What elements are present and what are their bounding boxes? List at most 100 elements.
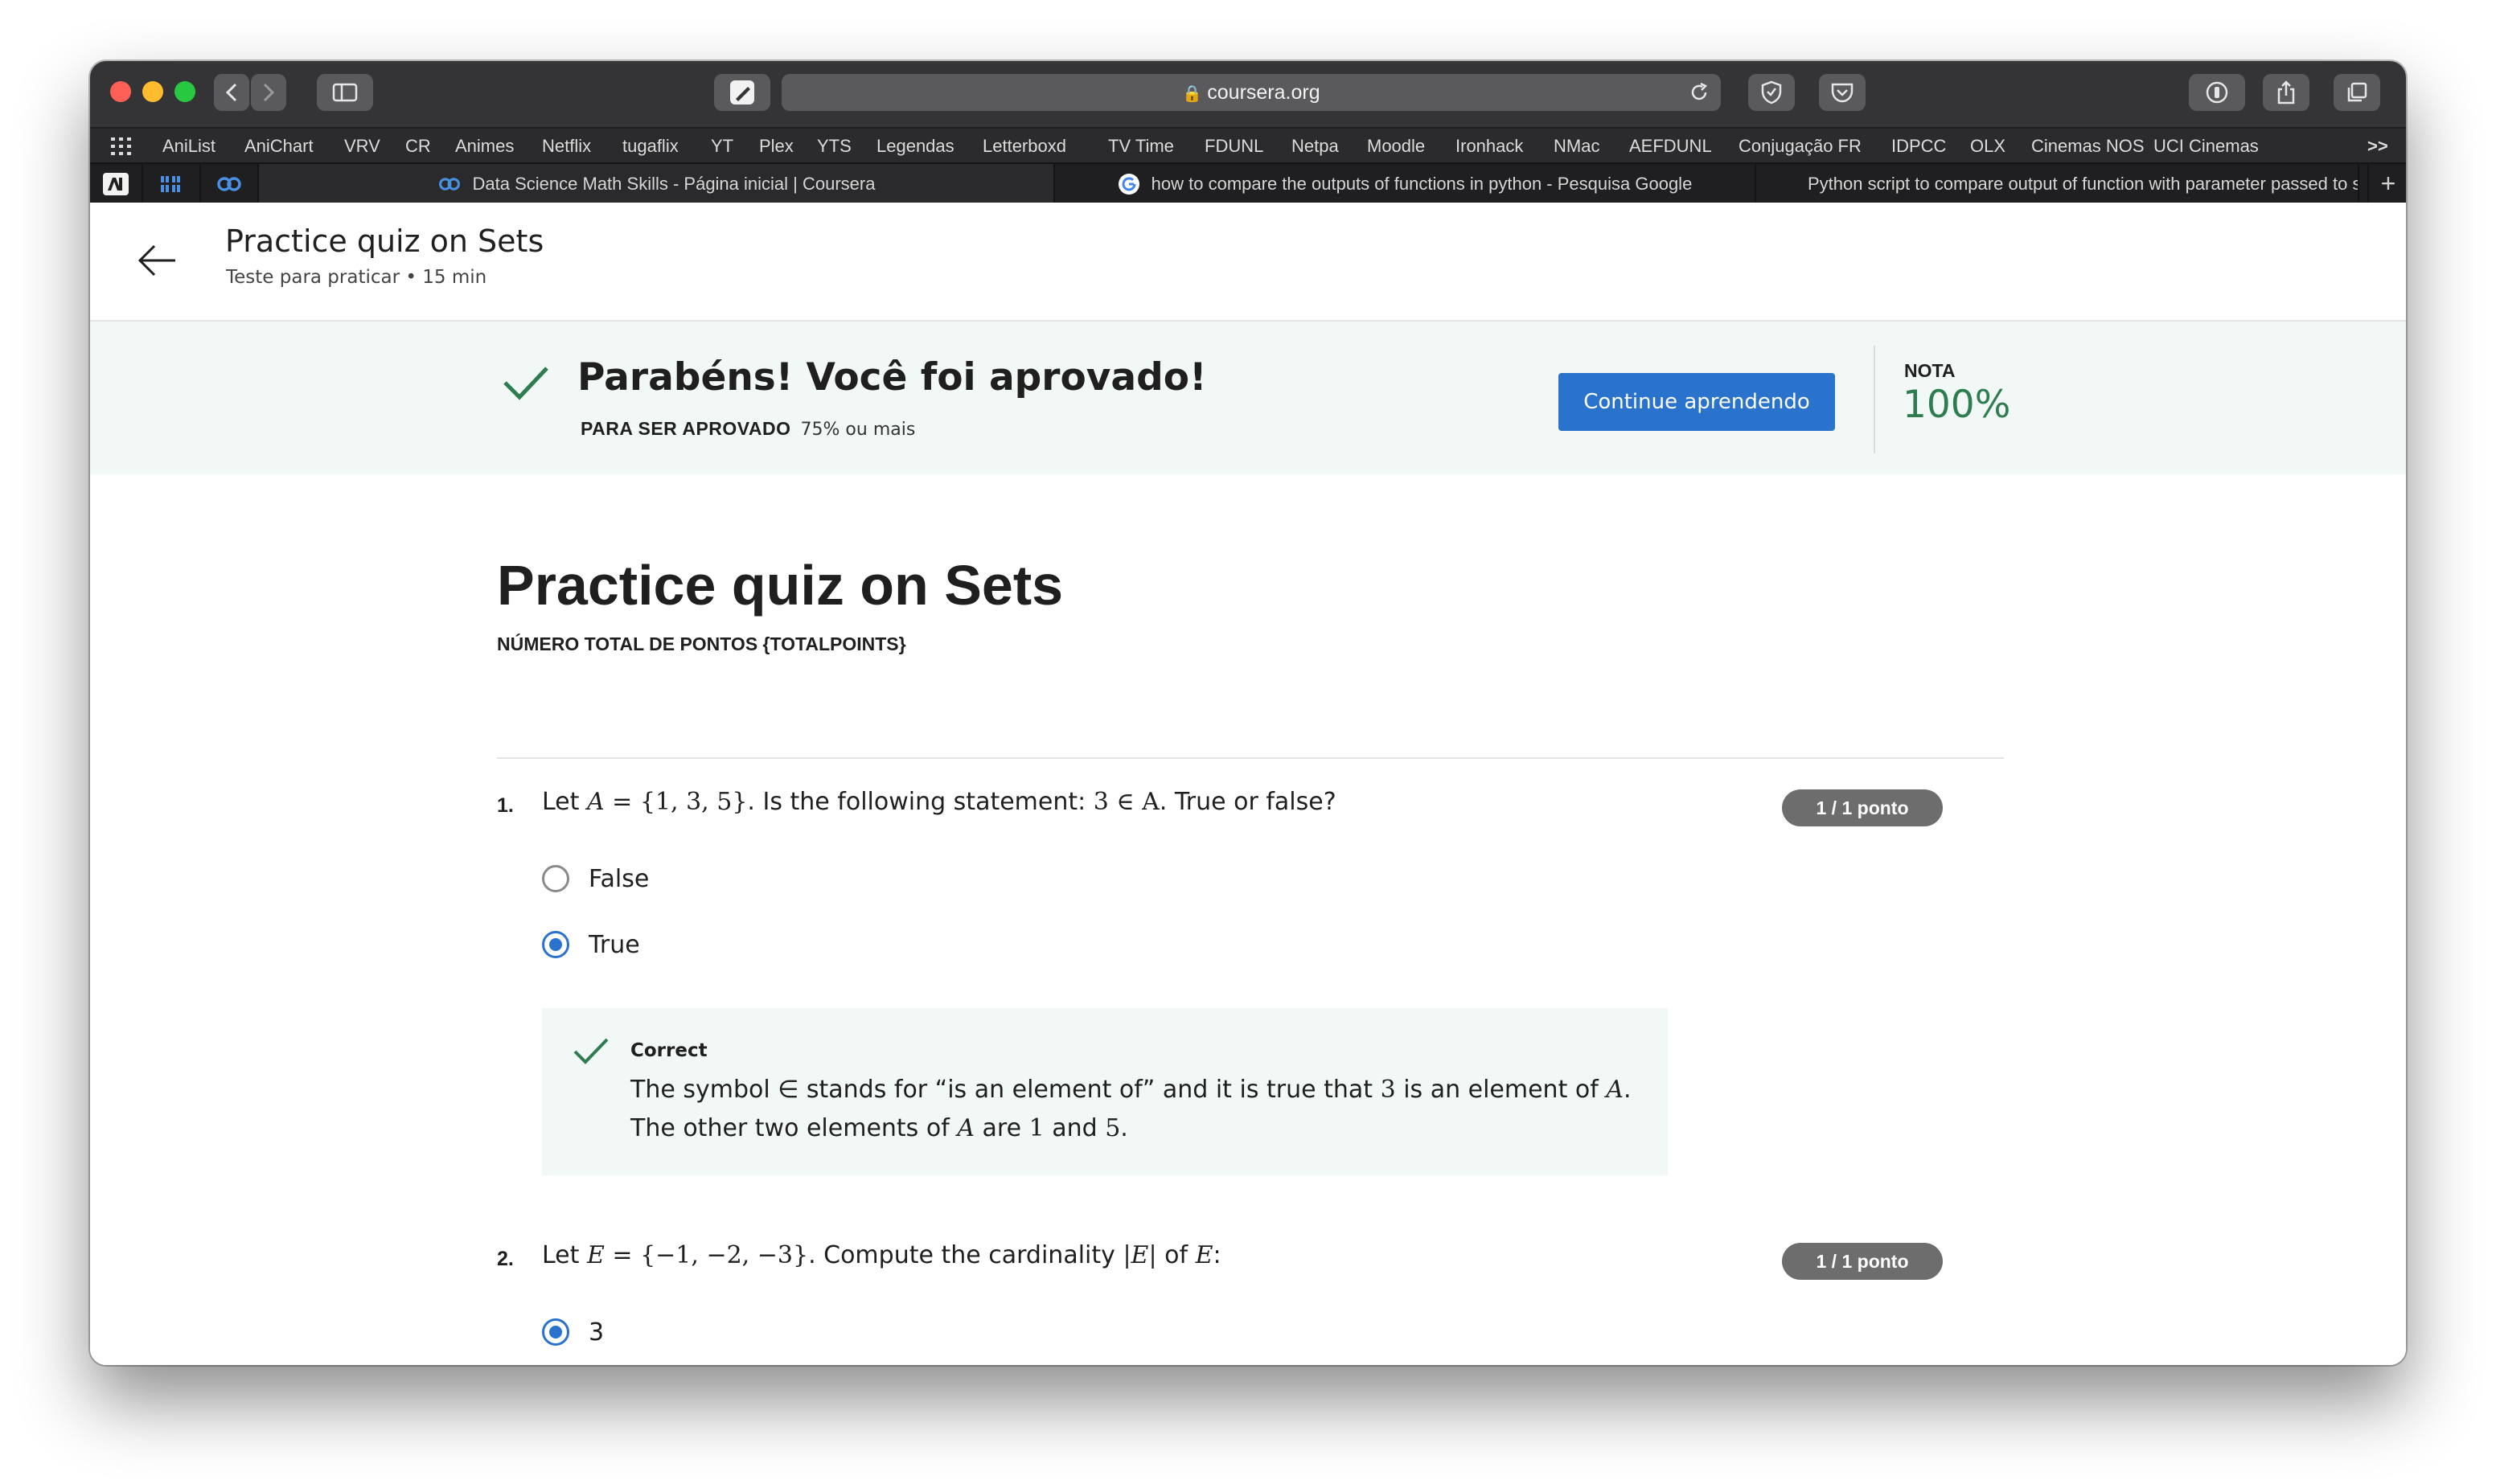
bookmark-yt[interactable]: YT <box>711 129 733 164</box>
total-points: NÚMERO TOTAL DE PONTOS {TOTALPOINTS} <box>497 633 906 654</box>
grade-value: 100% <box>1903 383 2011 427</box>
divider <box>497 757 2004 759</box>
tab-overview-button[interactable] <box>2334 74 2380 111</box>
pocket-icon <box>1831 83 1854 103</box>
bookmark-animes[interactable]: Animes <box>455 129 514 164</box>
chevron-right-icon <box>263 83 275 102</box>
question-text: Let A = {1, 3, 5}. Is the following stat… <box>542 788 1336 816</box>
anilist-icon <box>103 173 129 195</box>
coursera-icon <box>217 177 241 191</box>
feedback-text: The symbol ∈ stands for “is an element o… <box>630 1076 1381 1104</box>
question-text-part: . Compute the cardinality <box>808 1241 1123 1269</box>
lock-icon: 🔒 <box>1182 85 1203 103</box>
bookmark-fdunl[interactable]: FDUNL <box>1205 129 1263 164</box>
answer-option-false[interactable]: False <box>542 860 649 897</box>
shield-icon <box>1761 80 1782 105</box>
pass-label: PARA SER APROVADO <box>581 418 791 439</box>
feedback-text: . <box>1120 1114 1128 1142</box>
sidebar-toggle-button[interactable] <box>317 74 373 111</box>
bookmark-aefdunl[interactable]: AEFDUNL <box>1629 129 1712 164</box>
bookmark-ironhack[interactable]: Ironhack <box>1455 129 1523 164</box>
feedback-text: is an element of <box>1395 1076 1607 1104</box>
math-value: 1 <box>1028 1114 1045 1142</box>
question-text: Let E = {−1, −2, −3}. Compute the cardin… <box>542 1241 1221 1269</box>
quiz-title: Practice quiz on Sets <box>497 554 1064 617</box>
pinned-tab-app[interactable] <box>143 164 201 204</box>
arrow-left-icon <box>138 244 175 277</box>
zoom-window-button[interactable] <box>174 81 195 102</box>
pocket-button[interactable] <box>1819 74 1866 111</box>
math-variable: A <box>586 788 605 816</box>
radio-button[interactable] <box>542 865 569 892</box>
option-label: 3 <box>589 1318 605 1347</box>
bookmark-tugaflix[interactable]: tugaflix <box>622 129 679 164</box>
grid-icon <box>111 137 131 155</box>
question-text-part: . True or false? <box>1159 788 1336 816</box>
forward-button[interactable] <box>251 74 286 111</box>
bookmark-anilist[interactable]: AniList <box>162 129 216 164</box>
math-variable: E <box>586 1241 605 1269</box>
continue-learning-button[interactable]: Continue aprendendo <box>1558 373 1835 431</box>
bookmark-olx[interactable]: OLX <box>1970 129 2005 164</box>
answer-option-true[interactable]: True <box>542 926 640 963</box>
browser-toolbar: 🔒 coursera.org <box>90 61 2406 127</box>
feedback-box: Correct The symbol ∈ stands for “is an e… <box>542 1008 1668 1175</box>
bookmark-uci-cinemas[interactable]: UCI Cinemas <box>2153 129 2259 164</box>
pen-extension-icon <box>730 80 754 105</box>
checkmark-icon <box>503 367 548 400</box>
tab-google-search[interactable]: how to compare the outputs of functions … <box>1055 164 1756 204</box>
tab-stackoverflow[interactable]: Python script to compare output of funct… <box>1756 164 2359 204</box>
bookmark-vrv[interactable]: VRV <box>344 129 380 164</box>
bookmark-anichart[interactable]: AniChart <box>244 129 314 164</box>
browser-window: 🔒 coursera.org AniList AniChart VRV CR A… <box>90 61 2406 1365</box>
new-tab-button[interactable]: + <box>2367 164 2406 204</box>
coursera-favicon-icon <box>438 178 460 191</box>
question-number: 1. <box>497 794 514 817</box>
radio-button-selected[interactable] <box>542 1318 569 1346</box>
answer-option-3[interactable]: 3 <box>542 1314 604 1351</box>
apps-grid-button[interactable] <box>111 137 132 159</box>
page-title: Practice quiz on Sets <box>225 223 544 259</box>
sidebar-icon <box>332 83 358 102</box>
minimize-window-button[interactable] <box>142 81 163 102</box>
bookmarks-overflow-button[interactable]: >> <box>2367 129 2388 164</box>
tab-coursera[interactable]: Data Science Math Skills - Página inicia… <box>259 164 1055 204</box>
option-label: True <box>589 930 640 959</box>
option-label: False <box>589 864 650 893</box>
address-bar[interactable]: 🔒 coursera.org <box>782 74 1721 111</box>
radio-button-selected[interactable] <box>542 931 569 958</box>
bookmark-netpa[interactable]: Netpa <box>1291 129 1339 164</box>
close-window-button[interactable] <box>110 81 131 102</box>
bookmark-conjugacao-fr[interactable]: Conjugação FR <box>1739 129 1862 164</box>
share-button[interactable] <box>2263 74 2309 111</box>
back-to-course-button[interactable] <box>135 238 180 287</box>
password-icon <box>2206 81 2228 104</box>
bookmark-letterboxd[interactable]: Letterboxd <box>983 129 1066 164</box>
bookmark-nmac[interactable]: NMac <box>1554 129 1599 164</box>
address-url[interactable]: 🔒 coursera.org <box>782 74 1721 111</box>
bookmark-moodle[interactable]: Moodle <box>1367 129 1425 164</box>
bookmark-tv-time[interactable]: TV Time <box>1108 129 1174 164</box>
bookmark-legendas[interactable]: Legendas <box>876 129 954 164</box>
bookmark-netflix[interactable]: Netflix <box>542 129 591 164</box>
quiz-header: Practice quiz on Sets Teste para pratica… <box>90 203 2406 322</box>
back-button[interactable] <box>214 74 249 111</box>
password-manager-button[interactable] <box>2189 74 2245 111</box>
pinned-tab-coursera[interactable] <box>201 164 259 204</box>
bookmark-cr[interactable]: CR <box>405 129 431 164</box>
result-banner: Parabéns! Você foi aprovado! PARA SER AP… <box>90 322 2406 474</box>
feedback-text: are <box>974 1114 1029 1142</box>
pinned-tab-anilist[interactable] <box>90 164 143 204</box>
bookmark-cinemas-nos[interactable]: Cinemas NOS <box>2031 129 2145 164</box>
math-expression: = {1, 3, 5} <box>604 788 748 816</box>
feedback-text: The other two elements of <box>630 1114 958 1142</box>
bookmark-idpcc[interactable]: IDPCC <box>1891 129 1946 164</box>
privacy-button[interactable] <box>1748 74 1795 111</box>
tab-bar: Data Science Math Skills - Página inicia… <box>90 162 2406 204</box>
reload-button[interactable] <box>1689 82 1710 107</box>
bookmark-plex[interactable]: Plex <box>759 129 794 164</box>
extension-button[interactable] <box>714 74 770 111</box>
question-text-part: : <box>1213 1241 1221 1269</box>
math-expression: 3 ∈ A <box>1093 788 1160 816</box>
bookmark-yts[interactable]: YTS <box>817 129 852 164</box>
